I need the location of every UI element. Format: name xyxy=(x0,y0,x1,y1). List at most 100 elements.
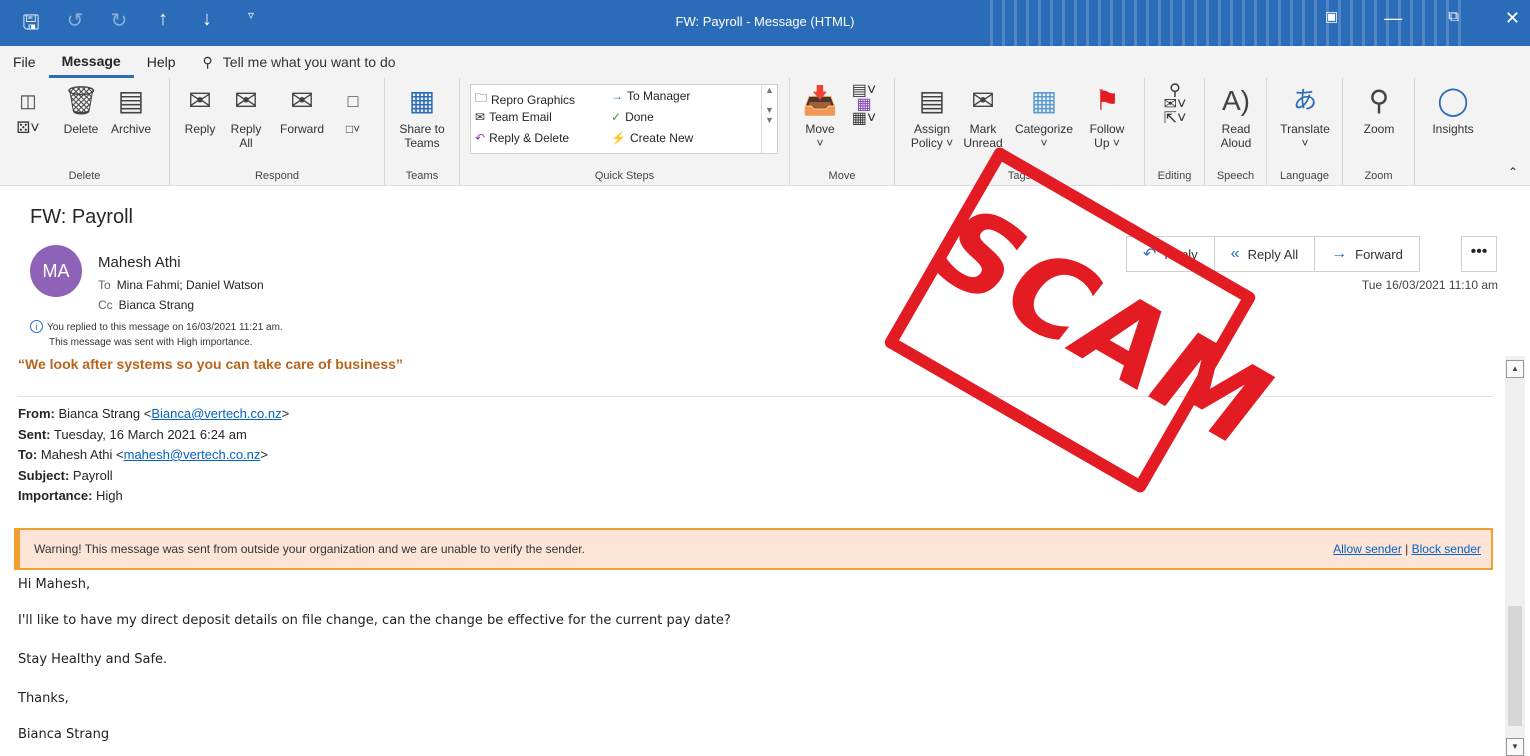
forwarded-headers: From: Bianca Strang <Bianca@vertech.co.n… xyxy=(18,404,289,507)
cc-recipients[interactable]: Bianca Strang xyxy=(119,298,194,312)
quick-step-team-email[interactable]: ✉ Team Email xyxy=(475,110,552,124)
reply-button[interactable]: ✉ Reply xyxy=(180,84,220,136)
reply-arrow-icon: ↶ xyxy=(475,131,486,145)
read-aloud-button[interactable]: A) Read Aloud xyxy=(1213,84,1259,150)
repro-icon: 🗀 xyxy=(475,91,488,105)
ribbon-display-icon[interactable]: ▣ xyxy=(1325,8,1338,29)
forward-action-button[interactable]: → Forward xyxy=(1315,236,1420,272)
subject-value: Payroll xyxy=(69,467,113,483)
quick-step-to-manager[interactable]: → To Manager xyxy=(611,89,690,103)
share-label-2: Teams xyxy=(404,136,440,150)
insights-icon: ◯ xyxy=(1437,85,1469,116)
quick-steps-scroll[interactable]: ▲ ▼ ▼ xyxy=(761,85,777,153)
quick-steps-group-label: Quick Steps xyxy=(594,170,655,182)
to-line: To Mina Fahmi; Daniel Watson xyxy=(98,278,264,292)
share-label-1: Share to xyxy=(399,122,445,136)
insights-button[interactable]: ◯ Insights xyxy=(1425,84,1481,136)
ribbon: ◫ ⚄˅ 🗑 Delete ▤ Archive Delete ✉ Reply ✉ Repl… xyxy=(0,78,1530,186)
external-sender-warning: Warning! This message was sent from outs… xyxy=(14,528,1493,570)
from-email-link[interactable]: Bianca@vertech.co.nz xyxy=(151,406,281,421)
sent-label: Sent: xyxy=(18,426,51,442)
reply-all-label-2: All xyxy=(239,136,253,150)
delete-button[interactable]: 🗑 Delete xyxy=(58,84,104,136)
ignore-button[interactable]: ◫ ⚄˅ xyxy=(16,84,40,137)
editing-buttons[interactable]: ⚲ ✉˅ ⇱˅ xyxy=(1155,83,1195,127)
insights-label: Insights xyxy=(1432,122,1474,136)
sent-row: Sent: Tuesday, 16 March 2021 6:24 am xyxy=(18,425,289,446)
body-line-3: Thanks, xyxy=(18,691,69,706)
move-extra-buttons[interactable]: ▤˅ ▦ ▦˅ xyxy=(846,83,882,127)
check-icon: ✓ xyxy=(611,110,622,124)
tab-file[interactable]: File xyxy=(0,46,49,78)
message-date: Tue 16/03/2021 11:10 am xyxy=(1361,278,1498,292)
body-line-1: I'll like to have my direct deposit deta… xyxy=(18,613,731,628)
archive-button[interactable]: ▤ Archive xyxy=(106,84,156,136)
archive-icon: ▤ xyxy=(117,85,145,116)
reply-all-button[interactable]: ✉ Reply All xyxy=(226,84,266,150)
to-recipients[interactable]: Mina Fahmi; Daniel Watson xyxy=(117,278,264,292)
quick-step-create-new[interactable]: ⚡ Create New xyxy=(611,131,693,145)
scroll-down-icon[interactable]: ▼ xyxy=(1506,738,1524,756)
flag-icon: ⚑ xyxy=(1094,85,1120,116)
assign-label-2: Policy ˅ xyxy=(910,136,954,150)
translate-button[interactable]: あ Translate ˅ xyxy=(1275,84,1335,150)
tab-help[interactable]: Help xyxy=(134,46,189,78)
forward-button[interactable]: ✉ Forward xyxy=(274,84,330,136)
quick-step-done[interactable]: ✓ Done xyxy=(611,110,654,124)
delete-group-label: Delete xyxy=(68,170,101,182)
categorize-label: Categorize xyxy=(1014,122,1074,136)
quick-step-label: Repro Graphics xyxy=(491,92,576,107)
sender-name[interactable]: Mahesh Athi xyxy=(98,254,181,271)
arrow-right-icon: → xyxy=(611,89,623,103)
restore-icon[interactable]: ⧉ xyxy=(1448,8,1459,29)
minimize-icon[interactable]: — xyxy=(1384,8,1402,29)
delete-label: Delete xyxy=(63,122,99,136)
window-controls: ▣ — ⧉ ✕ xyxy=(1325,8,1520,29)
reply-all-action-label: Reply All xyxy=(1247,246,1299,262)
allow-sender-link[interactable]: Allow sender xyxy=(1333,542,1402,556)
scroll-up-icon[interactable]: ▲ xyxy=(1506,360,1524,378)
assign-policy-button[interactable]: ▤ Assign Policy ˅ xyxy=(905,84,959,150)
categorize-button[interactable]: ▦ Categorize ˅ xyxy=(1009,84,1079,150)
tab-message[interactable]: Message xyxy=(48,46,134,78)
speech-group: A) Read Aloud Speech xyxy=(1205,78,1267,186)
block-sender-link[interactable]: Block sender xyxy=(1412,542,1481,556)
zoom-group-label: Zoom xyxy=(1364,170,1393,182)
to-email-link[interactable]: mahesh@vertech.co.nz xyxy=(124,447,261,462)
follow-up-button[interactable]: ⚑ Follow Up ˅ xyxy=(1083,84,1131,150)
body-greeting: Hi Mahesh, xyxy=(18,577,91,592)
sent-value: Tuesday, 16 March 2021 6:24 am xyxy=(50,426,247,442)
trash-icon: 🗑 xyxy=(63,85,99,116)
vertical-scrollbar[interactable]: ▲ ▼ xyxy=(1505,356,1525,756)
quick-step-reply-delete[interactable]: ↶ Reply & Delete xyxy=(475,131,569,145)
quick-step-repro-graphics[interactable]: 🗀 Repro Graphics xyxy=(475,89,575,110)
forward-action-label: Forward xyxy=(1355,246,1403,262)
close-icon[interactable]: ✕ xyxy=(1505,8,1520,29)
forward-label: Forward xyxy=(279,122,324,136)
avatar[interactable]: MA xyxy=(30,245,82,297)
to-name: Mahesh Athi < xyxy=(37,447,124,462)
share-to-teams-button[interactable]: ▦ Share to Teams xyxy=(393,84,451,150)
more-respond-button[interactable]: □ □˅ xyxy=(336,84,370,136)
body-line-2: Stay Healthy and Safe. xyxy=(18,652,168,667)
mark-unread-button[interactable]: ✉ Mark Unread xyxy=(961,84,1005,150)
archive-label: Archive xyxy=(110,122,151,136)
tell-me-box[interactable]: ⚲ Tell me what you want to do xyxy=(203,54,396,71)
importance-label: Importance: xyxy=(18,488,93,503)
move-button[interactable]: 📥 Move ˅ xyxy=(800,84,840,150)
info-bar: i You replied to this message on 16/03/20… xyxy=(30,320,283,333)
collapse-ribbon-icon[interactable]: ⌃ xyxy=(1508,165,1518,179)
zoom-button[interactable]: ⚲ Zoom xyxy=(1355,84,1403,136)
mark-label-1: Mark xyxy=(969,122,997,136)
scroll-thumb[interactable] xyxy=(1508,606,1522,726)
assign-label-1: Assign xyxy=(913,122,951,136)
cc-label: Cc xyxy=(98,298,113,312)
more-actions-button[interactable]: ••• xyxy=(1461,236,1497,272)
reply-all-action-button[interactable]: « Reply All xyxy=(1214,236,1316,272)
move-group: 📥 Move ˅ ▤˅ ▦ ▦˅ Move xyxy=(790,78,895,186)
title-bar: 🖫 ↺ ↻ ↑ ↓ ▿ FW: Payroll - Message (HTML)… xyxy=(0,0,1530,46)
respond-group-label: Respond xyxy=(254,170,300,182)
dropdown-icon: ˅ xyxy=(1040,136,1048,150)
cc-line: Cc Bianca Strang xyxy=(98,298,194,312)
reply-icon: ✉ xyxy=(188,85,212,116)
